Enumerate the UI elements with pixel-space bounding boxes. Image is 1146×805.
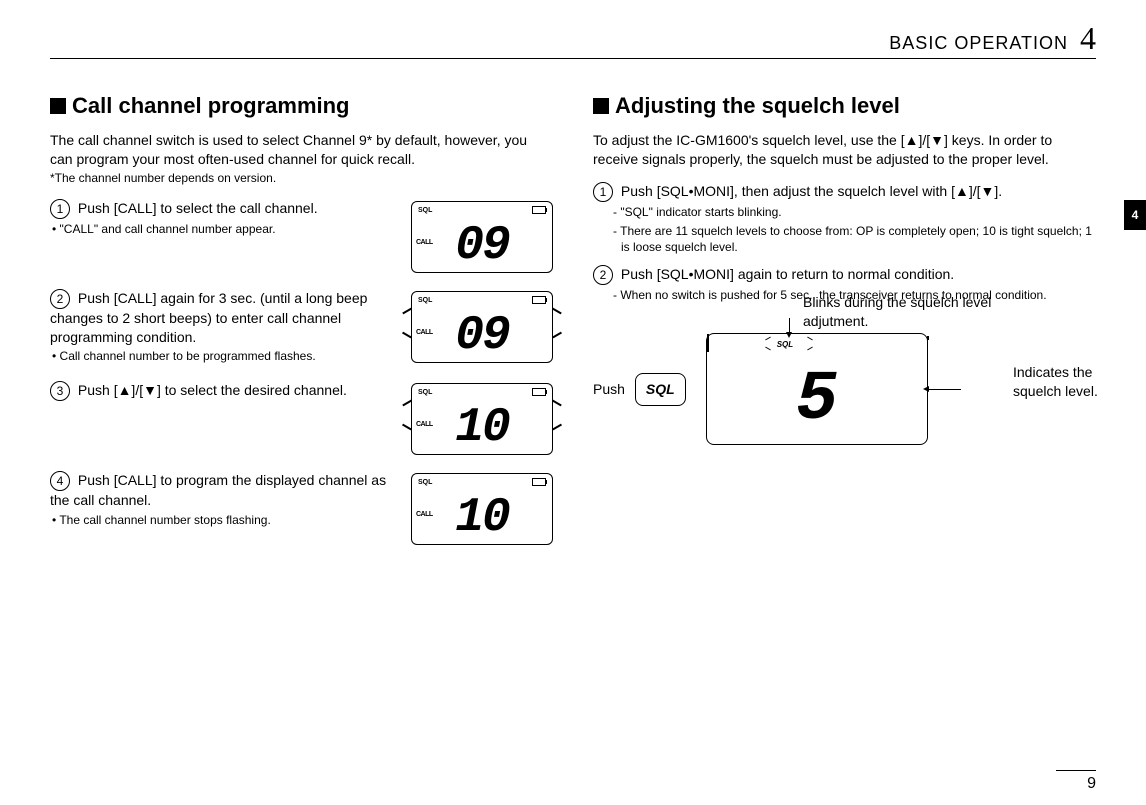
header-section-title: BASIC OPERATION xyxy=(889,33,1068,54)
blinks-annotation: Blinks during the squelch level adjutmen… xyxy=(803,293,1003,331)
flash-mark-icon xyxy=(402,331,411,337)
push-block: Push SQL xyxy=(593,373,686,406)
step-number-icon: 4 xyxy=(50,471,70,491)
step-sub: - There are 11 squelch levels to choose … xyxy=(593,223,1096,255)
step-number-icon: 3 xyxy=(50,381,70,401)
push-label: Push xyxy=(593,380,625,399)
lcd-screen-flashing-icon: SQL CALL 09 xyxy=(411,291,553,363)
lcd-screen-icon: SQL CALL 10 xyxy=(411,473,553,545)
side-tab-current: 4 xyxy=(1124,200,1146,230)
lcd-screen-flashing-icon: SQL CALL 10 xyxy=(411,383,553,455)
lcd-big-digit: 5 xyxy=(707,354,927,449)
flash-mark-icon xyxy=(492,362,494,370)
battery-icon xyxy=(707,334,709,352)
flash-mark-icon xyxy=(765,337,771,341)
flash-mark-icon xyxy=(472,362,474,370)
lcd-digits: 10 xyxy=(412,486,552,551)
left-step: 1 Push [CALL] to select the call channel… xyxy=(50,199,553,273)
page-number: 9 xyxy=(1056,770,1096,793)
flash-mark-icon xyxy=(552,399,561,405)
step-text: Push [SQL•MONI] again to return to norma… xyxy=(621,266,954,282)
right-intro: To adjust the IC-GM1600's squelch level,… xyxy=(593,131,1096,169)
step-number-icon: 2 xyxy=(50,289,70,309)
step-number-icon: 1 xyxy=(50,199,70,219)
indicates-annotation: Indicates the squelch level. xyxy=(1013,363,1133,401)
lcd-digits: 09 xyxy=(412,304,552,369)
flash-mark-icon xyxy=(807,337,813,341)
step-text: Push [▲]/[▼] to select the desired chann… xyxy=(78,382,347,398)
step-sub: • The call channel number stops flashing… xyxy=(50,512,403,528)
lcd-sql-indicator: SQL xyxy=(777,340,793,351)
step-text: Push [CALL] to select the call channel. xyxy=(78,200,318,216)
arrow-head-icon xyxy=(923,386,929,392)
flash-mark-icon xyxy=(402,307,411,313)
page-header: BASIC OPERATION 4 xyxy=(889,20,1096,57)
step-sub: • "CALL" and call channel number appear. xyxy=(50,221,403,237)
right-heading-text: Adjusting the squelch level xyxy=(615,93,900,118)
step-sub: • Call channel number to be programmed f… xyxy=(50,348,403,364)
lcd-digits: 09 xyxy=(412,214,552,279)
step-text: Push [CALL] to program the displayed cha… xyxy=(50,472,386,508)
step-text: Push [CALL] again for 3 sec. (until a lo… xyxy=(50,290,367,345)
right-step: 1 Push [SQL•MONI], then adjust the squel… xyxy=(593,182,1096,255)
flash-mark-icon xyxy=(402,399,411,405)
flash-mark-icon xyxy=(552,331,561,337)
lcd-big-screen-icon: SQL 5 xyxy=(706,333,928,445)
header-rule xyxy=(50,58,1096,59)
lcd-digits: 10 xyxy=(412,396,552,461)
left-intro: The call channel switch is used to selec… xyxy=(50,131,553,169)
battery-icon xyxy=(532,478,546,486)
page: BASIC OPERATION 4 4 Call channel program… xyxy=(0,0,1146,805)
left-step: 4 Push [CALL] to program the displayed c… xyxy=(50,471,553,545)
content-columns: Call channel programming The call channe… xyxy=(50,85,1096,561)
flash-mark-icon xyxy=(765,347,771,351)
step-text: Push [SQL•MONI], then adjust the squelch… xyxy=(621,183,1002,199)
step-sub: - "SQL" indicator starts blinking. xyxy=(593,204,1096,220)
right-column: Adjusting the squelch level To adjust th… xyxy=(593,85,1096,561)
left-heading-text: Call channel programming xyxy=(72,93,350,118)
left-column: Call channel programming The call channe… xyxy=(50,85,553,561)
lcd-screen-icon: SQL CALL 09 xyxy=(411,201,553,273)
flash-mark-icon xyxy=(552,423,561,429)
arrow-head-icon xyxy=(786,332,792,338)
left-heading: Call channel programming xyxy=(50,91,553,121)
step-number-icon: 1 xyxy=(593,182,613,202)
left-step: 2 Push [CALL] again for 3 sec. (until a … xyxy=(50,289,553,365)
battery-icon xyxy=(532,388,546,396)
header-chapter-number: 4 xyxy=(1080,20,1096,57)
battery-icon xyxy=(532,296,546,304)
arrow-line-icon xyxy=(927,389,961,390)
flash-mark-icon xyxy=(472,454,474,462)
heading-square-icon xyxy=(593,98,609,114)
left-footnote: *The channel number depends on version. xyxy=(50,170,553,186)
squelch-diagram: Blinks during the squelch level adjutmen… xyxy=(593,333,1096,445)
right-heading: Adjusting the squelch level xyxy=(593,91,1096,121)
flash-mark-icon xyxy=(402,423,411,429)
left-step: 3 Push [▲]/[▼] to select the desired cha… xyxy=(50,381,553,455)
heading-square-icon xyxy=(50,98,66,114)
battery-icon xyxy=(532,206,546,214)
flash-mark-icon xyxy=(492,454,494,462)
step-number-icon: 2 xyxy=(593,265,613,285)
sql-key-icon: SQL xyxy=(635,373,686,406)
flash-mark-icon xyxy=(552,307,561,313)
flash-mark-icon xyxy=(807,347,813,351)
